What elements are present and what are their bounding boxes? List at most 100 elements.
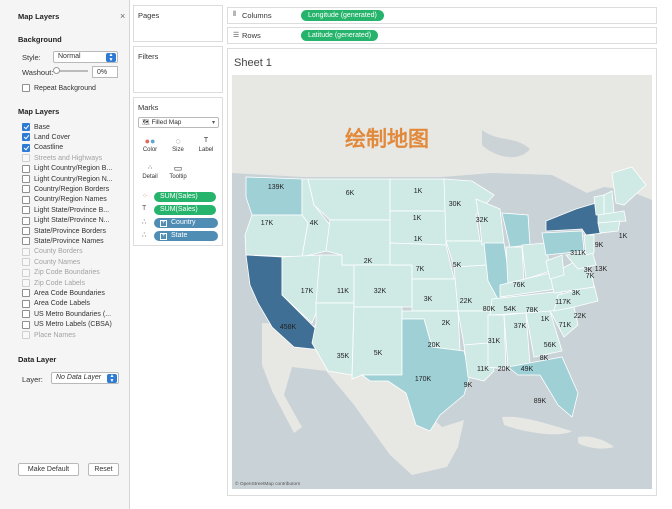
state-sales-label: 139K xyxy=(268,184,285,191)
checkbox-box[interactable] xyxy=(22,237,30,246)
size-button[interactable]: ◌ Size xyxy=(167,135,189,157)
washout-label: Washout: xyxy=(22,68,54,77)
checkbox-box[interactable] xyxy=(22,206,30,215)
layer-checkbox-11[interactable]: State/Province Names xyxy=(22,236,104,246)
state-sales-label: 37K xyxy=(514,323,527,330)
layer-label: Light State/Province B... xyxy=(34,206,110,214)
state-colorado[interactable] xyxy=(353,264,413,308)
layer-checkbox-0[interactable]: Base xyxy=(22,122,50,132)
washout-value-field[interactable]: 0% xyxy=(92,66,118,78)
layer-checkbox-1[interactable]: Land Cover xyxy=(22,132,70,142)
layer-label: Zip Code Labels xyxy=(34,279,85,287)
checkbox-box[interactable] xyxy=(22,143,30,152)
state-detail-pill[interactable]: + State xyxy=(154,231,218,241)
state-sales-label: 11K xyxy=(477,366,489,373)
expand-plus-icon[interactable]: + xyxy=(160,220,167,227)
panel-title: Map Layers xyxy=(18,12,60,21)
columns-label: Columns xyxy=(242,11,272,20)
state-sales-label: 31K xyxy=(488,338,501,345)
checkbox-box[interactable] xyxy=(22,320,30,329)
sales-color-pill[interactable]: SUM(Sales) xyxy=(154,192,216,202)
layer-label: Streets and Highways xyxy=(34,154,103,162)
washout-slider[interactable] xyxy=(53,67,88,74)
layer-label: Place Names xyxy=(34,331,76,339)
layer-checkbox-18[interactable]: US Metro Boundaries (... xyxy=(22,309,111,319)
checkbox-box xyxy=(22,258,30,267)
expand-plus-icon[interactable]: + xyxy=(160,233,167,240)
pages-card[interactable]: Pages xyxy=(133,5,223,42)
layer-checkbox-6[interactable]: Country/Region Borders xyxy=(22,184,109,194)
filters-card[interactable]: Filters xyxy=(133,46,223,93)
checkbox-box[interactable] xyxy=(22,227,30,235)
checkbox-box xyxy=(22,154,30,163)
state-sales-label: 3K xyxy=(572,290,581,297)
latitude-pill[interactable]: Latitude (generated) xyxy=(301,30,379,41)
state-sales-label: 13K xyxy=(595,266,608,273)
detail-dots-icon: ∴ xyxy=(142,219,147,226)
slider-knob[interactable] xyxy=(53,67,60,74)
state-connecticut-ri[interactable] xyxy=(597,220,621,234)
checkbox-box[interactable] xyxy=(22,123,30,131)
close-icon[interactable]: × xyxy=(120,11,125,21)
layer-checkbox-17[interactable]: Area Code Labels xyxy=(22,299,90,309)
checkbox-box[interactable] xyxy=(22,133,30,142)
layer-checkbox-19[interactable]: US Metro Labels (CBSA) xyxy=(22,320,112,330)
sheet-title[interactable]: Sheet 1 xyxy=(234,57,272,69)
checkbox-box[interactable] xyxy=(22,84,30,92)
state-new-mexico[interactable] xyxy=(351,306,403,380)
layer-label: State/Province Borders xyxy=(34,227,106,235)
checkbox-box[interactable] xyxy=(22,299,30,308)
layer-checkbox-9[interactable]: Light State/Province N... xyxy=(22,216,109,226)
state-sales-label: 1K xyxy=(619,233,628,240)
rows-shelf[interactable]: ☰ Rows Latitude (generated) xyxy=(227,27,657,44)
detail-button[interactable]: ∴ Detail xyxy=(139,162,161,184)
layer-label: Light Country/Region B... xyxy=(34,165,113,173)
data-layer-select[interactable]: No Data Layer ▲ ▼ xyxy=(51,372,119,384)
checkbox-box xyxy=(22,331,30,339)
state-north-dakota[interactable] xyxy=(389,178,447,212)
make-default-button[interactable]: Make Default xyxy=(18,463,79,476)
checkbox-box[interactable] xyxy=(22,185,30,194)
filled-map[interactable]: 139K 17K 6K 4K 1K 1K 1K 30K 32K 2K 7K 5K 11K 17K 32K 3K… xyxy=(232,75,652,489)
state-alabama[interactable] xyxy=(503,312,531,368)
reset-button[interactable]: Reset xyxy=(88,463,119,476)
layer-checkbox-16[interactable]: Area Code Boundaries xyxy=(22,288,105,298)
checkbox-box[interactable] xyxy=(22,310,30,319)
state-sales-label: 80K xyxy=(483,306,496,313)
checkbox-box[interactable] xyxy=(22,164,30,173)
mark-type-dropdown[interactable]: 🗺 Filled Map ▾ xyxy=(138,117,219,128)
style-select[interactable]: Normal ▲ ▼ xyxy=(53,51,118,63)
layer-checkbox-7[interactable]: Country/Region Names xyxy=(22,195,107,205)
layer-checkbox-5[interactable]: Light Country/Region N... xyxy=(22,174,113,184)
state-kansas[interactable] xyxy=(411,278,459,312)
layer-checkbox-10[interactable]: State/Province Borders xyxy=(22,226,106,236)
tooltip-button[interactable]: ▭ Tooltip xyxy=(167,162,189,184)
checkbox-box[interactable] xyxy=(22,195,30,204)
state-washington[interactable] xyxy=(245,176,303,216)
color-button[interactable]: ●● Color xyxy=(139,135,161,157)
longitude-pill[interactable]: Longitude (generated) xyxy=(301,10,384,21)
state-vermont[interactable] xyxy=(593,194,605,216)
columns-shelf[interactable]: ⦀ Columns Longitude (generated) xyxy=(227,7,657,24)
state-new-hampshire[interactable] xyxy=(603,190,615,216)
country-detail-pill[interactable]: + Country xyxy=(154,218,218,228)
layer-checkbox-8[interactable]: Light State/Province B... xyxy=(22,205,109,215)
columns-icon: ⦀ xyxy=(233,11,237,18)
layer-checkbox-4[interactable]: Light Country/Region B... xyxy=(22,164,112,174)
layer-checkbox-2[interactable]: Coastline xyxy=(22,143,63,153)
checkbox-box xyxy=(22,268,30,277)
checkbox-box[interactable] xyxy=(22,216,30,225)
state-sales-label: 311K xyxy=(570,250,586,257)
checkbox-box[interactable] xyxy=(22,289,30,298)
state-sales-label: 11K xyxy=(337,288,349,295)
sales-label-pill[interactable]: SUM(Sales) xyxy=(154,205,216,215)
map-layers-panel: Map Layers × Background Style: Normal ▲ ▼… xyxy=(0,0,130,509)
repeat-background-checkbox[interactable]: Repeat Background xyxy=(22,83,96,93)
checkbox-box[interactable] xyxy=(22,175,30,183)
rows-label: Rows xyxy=(242,31,261,40)
state-indiana[interactable] xyxy=(505,246,525,286)
state-sales-label: 32K xyxy=(476,217,489,224)
label-button[interactable]: T Label xyxy=(195,135,217,157)
layer-label: Country/Region Borders xyxy=(34,185,110,193)
state-oregon[interactable] xyxy=(244,214,309,258)
